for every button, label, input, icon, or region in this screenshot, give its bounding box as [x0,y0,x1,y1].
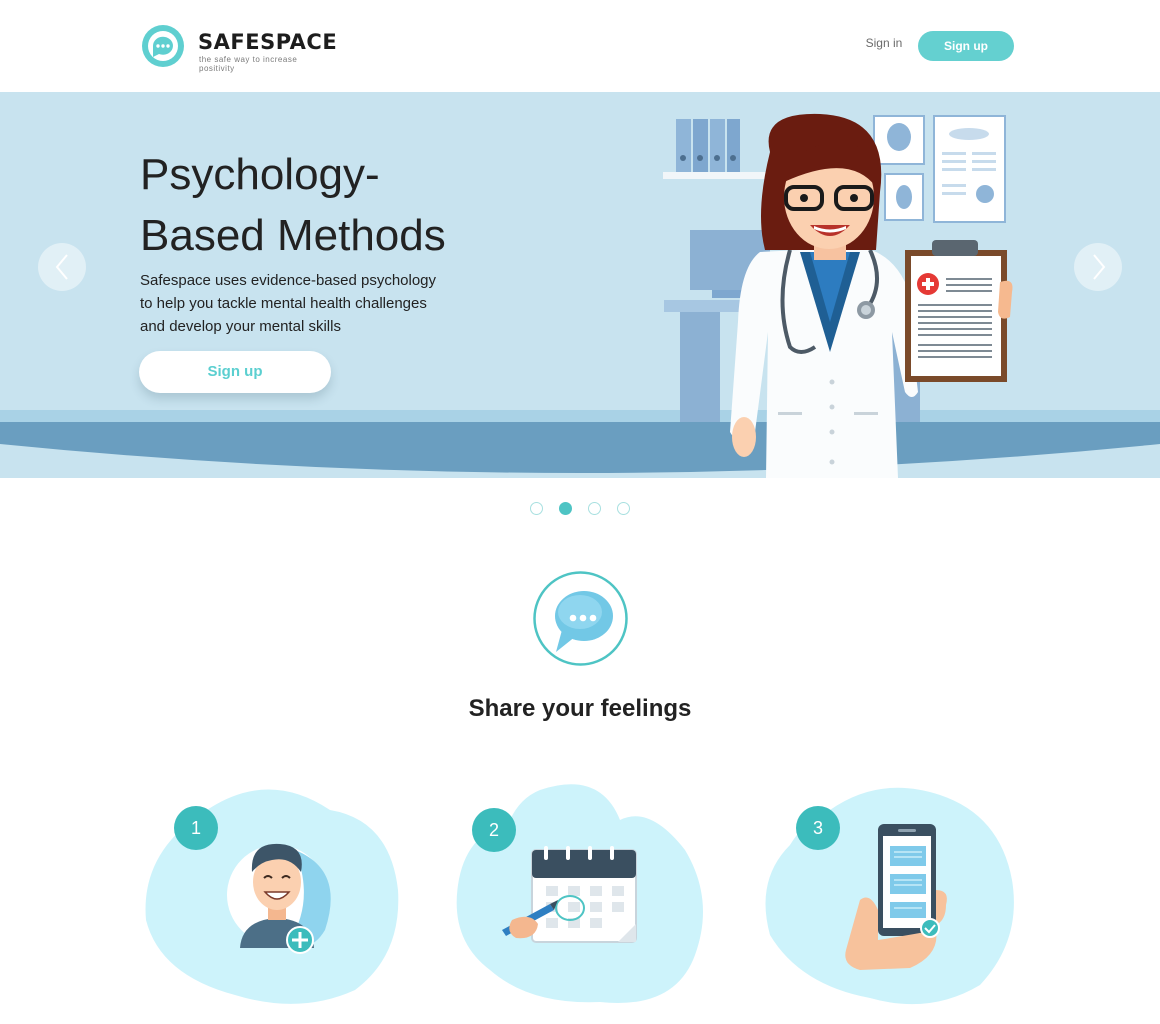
sign-up-button[interactable]: Sign up [918,31,1014,61]
hero-description-line: Safespace uses evidence-based psychology [140,272,437,289]
chat-bubble-icon [533,571,628,666]
site-header: SAFESPACE the safe way to increase posit… [0,0,1160,92]
hero-title: Psychology- Based Methods [140,144,500,266]
hero-description: Safespace uses evidence-based psychology… [140,269,470,338]
step-number: 3 [796,806,840,850]
brand-name: SAFESPACE [198,30,338,54]
carousel-dot-4[interactable] [617,502,630,515]
hero-sign-up-button[interactable]: Sign up [139,351,331,393]
carousel-next-button[interactable] [1074,243,1122,291]
carousel-prev-button[interactable] [38,243,86,291]
hero-title-line: Psychology- [140,150,380,199]
logo[interactable]: SAFESPACE the safe way to increase posit… [141,24,337,73]
step-card-1: 1 [140,780,400,1010]
section-title: Share your feelings [468,695,692,722]
hero-description-line: to help you tackle mental health challen… [140,295,427,312]
step-card-2: 2 [450,780,710,1010]
hero-description-line: and develop your mental skills [140,318,341,335]
carousel-dot-2[interactable] [559,502,572,515]
step-number: 1 [174,806,218,850]
step-card-3: 3 [760,780,1020,1010]
carousel-dot-1[interactable] [530,502,543,515]
step-number: 2 [472,808,516,852]
sign-in-link[interactable]: Sign in [860,36,908,50]
carousel-dot-3[interactable] [588,502,601,515]
chevron-left-icon [55,254,68,280]
carousel-pagination [530,502,640,516]
hero-carousel: Psychology- Based Methods Safespace uses… [0,92,1160,478]
hero-title-line: Based Methods [140,211,446,260]
brand-tagline: the safe way to increase positivity [199,55,298,73]
chevron-right-icon [1093,254,1106,280]
logo-chat-icon [142,25,184,67]
